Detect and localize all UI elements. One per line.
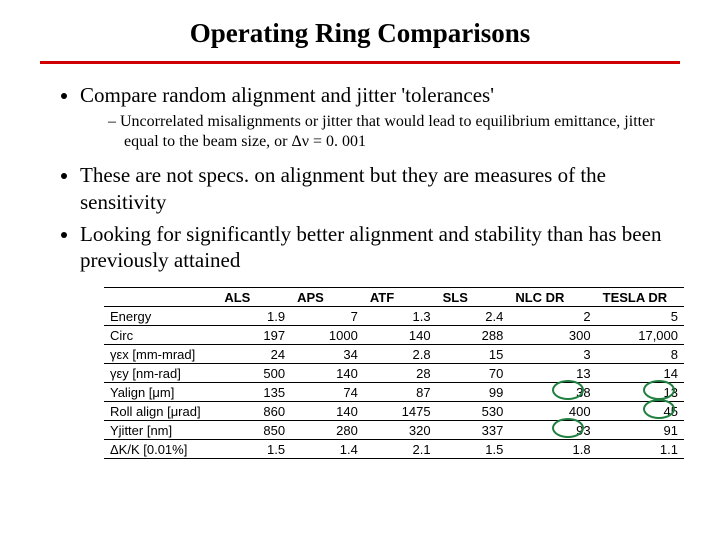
cell: 2.1 (364, 440, 437, 459)
cell: 1.3 (364, 307, 437, 326)
cell: 3 (509, 345, 596, 364)
th-sls: SLS (437, 288, 510, 307)
cell: 860 (218, 402, 291, 421)
th-blank (104, 288, 218, 307)
title-underline (40, 61, 680, 64)
cell: 7 (291, 307, 364, 326)
row-label: Yjitter [nm] (104, 421, 218, 440)
cell: 93 (509, 421, 596, 440)
slide-title: Operating Ring Comparisons (40, 18, 680, 49)
table-row: γεx [mm-mrad] 24 34 2.8 15 3 8 (104, 345, 684, 364)
cell: 1.8 (509, 440, 596, 459)
cell: 74 (291, 383, 364, 402)
cell: 45 (597, 402, 684, 421)
cell: 140 (364, 326, 437, 345)
cell: 2.8 (364, 345, 437, 364)
comparison-table-wrap: ALS APS ATF SLS NLC DR TESLA DR Energy 1… (104, 287, 684, 459)
cell: 140 (291, 402, 364, 421)
cell: 8 (597, 345, 684, 364)
row-label: Energy (104, 307, 218, 326)
th-tesla-dr: TESLA DR (597, 288, 684, 307)
th-atf: ATF (364, 288, 437, 307)
cell: 87 (364, 383, 437, 402)
th-als: ALS (218, 288, 291, 307)
row-label: γεy [nm-rad] (104, 364, 218, 383)
cell: 17,000 (597, 326, 684, 345)
bullet-0: Compare random alignment and jitter 'tol… (80, 82, 670, 152)
cell: 1.9 (218, 307, 291, 326)
bullet-0-text: Compare random alignment and jitter 'tol… (80, 83, 494, 107)
cell: 70 (437, 364, 510, 383)
cell: 2 (509, 307, 596, 326)
table-row: Roll align [μrad] 860 140 1475 530 400 4… (104, 402, 684, 421)
cell: 13 (509, 364, 596, 383)
cell: 1000 (291, 326, 364, 345)
cell: 140 (291, 364, 364, 383)
cell: 1475 (364, 402, 437, 421)
cell: 320 (364, 421, 437, 440)
sub-bullet-list: Uncorrelated misalignments or jitter tha… (108, 112, 670, 152)
cell: 1.4 (291, 440, 364, 459)
table-body: Energy 1.9 7 1.3 2.4 2 5 Circ 197 1000 1… (104, 307, 684, 459)
cell: 280 (291, 421, 364, 440)
cell: 197 (218, 326, 291, 345)
cell: 400 (509, 402, 596, 421)
cell: 1.5 (218, 440, 291, 459)
cell: 15 (437, 345, 510, 364)
table-row: γεy [nm-rad] 500 140 28 70 13 14 (104, 364, 684, 383)
row-label: ΔK/K [0.01%] (104, 440, 218, 459)
comparison-table: ALS APS ATF SLS NLC DR TESLA DR Energy 1… (104, 287, 684, 459)
table-header-row: ALS APS ATF SLS NLC DR TESLA DR (104, 288, 684, 307)
row-label: Yalign [μm] (104, 383, 218, 402)
cell: 850 (218, 421, 291, 440)
cell: 337 (437, 421, 510, 440)
sub-bullet-0: Uncorrelated misalignments or jitter tha… (108, 112, 670, 152)
cell: 288 (437, 326, 510, 345)
bullet-list: Compare random alignment and jitter 'tol… (60, 82, 680, 273)
cell: 1.1 (597, 440, 684, 459)
bullet-2: Looking for significantly better alignme… (80, 221, 670, 274)
cell: 500 (218, 364, 291, 383)
table-row: ΔK/K [0.01%] 1.5 1.4 2.1 1.5 1.8 1.1 (104, 440, 684, 459)
cell: 530 (437, 402, 510, 421)
cell: 24 (218, 345, 291, 364)
row-label: Circ (104, 326, 218, 345)
cell: 5 (597, 307, 684, 326)
row-label: γεx [mm-mrad] (104, 345, 218, 364)
table-row: Yjitter [nm] 850 280 320 337 93 91 (104, 421, 684, 440)
th-nlc-dr: NLC DR (509, 288, 596, 307)
cell: 38 (509, 383, 596, 402)
cell: 300 (509, 326, 596, 345)
table-row: Energy 1.9 7 1.3 2.4 2 5 (104, 307, 684, 326)
cell: 99 (437, 383, 510, 402)
cell: 1.5 (437, 440, 510, 459)
sub-bullet-0-text: Uncorrelated misalignments or jitter tha… (120, 113, 655, 150)
cell: 91 (597, 421, 684, 440)
cell: 28 (364, 364, 437, 383)
cell: 13 (597, 383, 684, 402)
cell: 34 (291, 345, 364, 364)
bullet-1: These are not specs. on alignment but th… (80, 162, 670, 215)
cell: 2.4 (437, 307, 510, 326)
table-row: Circ 197 1000 140 288 300 17,000 (104, 326, 684, 345)
row-label: Roll align [μrad] (104, 402, 218, 421)
cell: 135 (218, 383, 291, 402)
th-aps: APS (291, 288, 364, 307)
cell: 14 (597, 364, 684, 383)
table-row: Yalign [μm] 135 74 87 99 38 13 (104, 383, 684, 402)
